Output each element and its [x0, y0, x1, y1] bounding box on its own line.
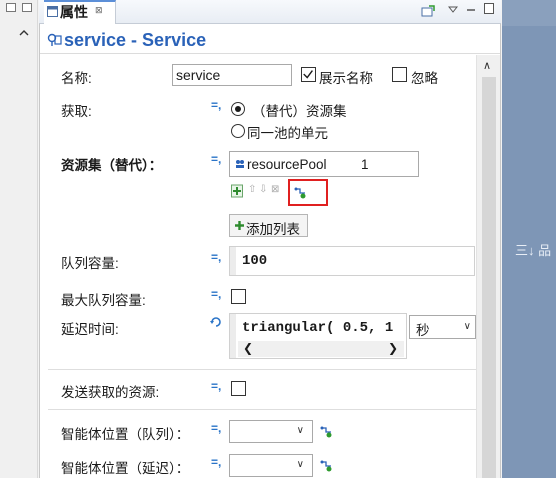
static-value-icon[interactable]: =, [211, 250, 221, 264]
static-value-icon[interactable]: =, [211, 152, 221, 166]
name-value: service [176, 67, 221, 83]
delay-hscroll[interactable]: ❮ ❯ [238, 341, 404, 357]
section-divider [48, 369, 476, 370]
resource-sets-label: 资源集（替代）： [61, 158, 163, 173]
queue-capacity-input[interactable]: 100 [229, 246, 475, 276]
agent-loc-delay-label: 智能体位置（延迟）： [61, 461, 190, 476]
tab-close-icon[interactable]: ⊠ [95, 5, 103, 16]
static-value-icon[interactable]: =, [211, 455, 221, 469]
resource-pool-name[interactable]: resourcePool [247, 157, 327, 172]
show-name-label: 展示名称 [319, 71, 373, 86]
collapse-up-icon[interactable] [19, 28, 29, 38]
agent-loc-delay-select[interactable]: ∨ [229, 454, 313, 477]
add-list-icon [235, 221, 244, 230]
radio-resource-sets[interactable] [231, 102, 245, 116]
delay-label: 延迟时间: [61, 322, 119, 337]
maximize-icon[interactable] [22, 3, 32, 12]
seize-option2-label: 同一池的单元 [247, 126, 328, 141]
ignore-label: 忽略 [411, 71, 438, 86]
move-up-icon[interactable]: ⇧ [248, 184, 256, 195]
agent-loc-queue-label: 智能体位置（队列）： [61, 427, 190, 442]
left-strip [0, 0, 38, 478]
view-menu-icon[interactable] [448, 6, 458, 14]
resource-sets-table[interactable]: resourcePool 1 [229, 151, 419, 177]
queue-capacity-value: 100 [242, 253, 268, 269]
agent-loc-queue-select[interactable]: ∨ [229, 420, 313, 443]
show-name-checkbox[interactable] [301, 67, 316, 82]
new-window-icon[interactable] [421, 5, 435, 17]
resource-pool-count[interactable]: 1 [361, 157, 369, 172]
send-seized-label: 发送获取的资源: [61, 385, 160, 400]
check-icon [303, 70, 313, 79]
name-input[interactable]: service [172, 64, 292, 86]
move-down-icon[interactable]: ⇩ [259, 184, 267, 195]
pick-from-model-icon[interactable] [320, 426, 332, 438]
static-value-icon[interactable]: =, [211, 98, 221, 112]
static-value-icon[interactable]: =, [211, 421, 221, 435]
send-seized-checkbox[interactable] [231, 381, 246, 396]
radio-same-pool[interactable] [231, 124, 245, 138]
dynamic-value-icon[interactable] [210, 316, 224, 328]
queue-capacity-label: 队列容量: [61, 256, 119, 271]
ignore-checkbox[interactable] [392, 67, 407, 82]
properties-icon [47, 6, 58, 17]
static-value-icon[interactable]: =, [211, 379, 221, 393]
pick-from-model-icon[interactable] [320, 460, 332, 472]
seize-label: 获取: [61, 104, 92, 119]
service-block-icon [47, 33, 62, 46]
scroll-right-icon[interactable]: ❯ [388, 341, 398, 355]
delay-value: triangular( 0.5, 1 [242, 320, 394, 336]
section-divider [48, 409, 476, 410]
name-label: 名称: [61, 71, 92, 86]
remove-row-icon[interactable]: ⊠ [271, 184, 279, 195]
max-queue-label: 最大队列容量: [61, 293, 146, 308]
minimize-icon[interactable] [6, 3, 16, 12]
code-gutter [230, 314, 236, 358]
side-icons[interactable]: 三↓ 品 [515, 240, 551, 259]
scrollbar-thumb[interactable] [482, 77, 496, 478]
right-side-top [502, 0, 556, 26]
add-row-icon[interactable] [231, 184, 243, 198]
minimize-view-icon[interactable] [466, 6, 476, 14]
maximize-view-icon[interactable] [484, 3, 494, 14]
pick-from-model-icon[interactable] [294, 187, 306, 199]
scroll-left-icon[interactable]: ❮ [243, 341, 253, 355]
chevron-down-icon: ∨ [296, 459, 304, 470]
add-list-button[interactable]: 添加列表 [229, 214, 308, 237]
chevron-down-icon: ∨ [463, 321, 471, 332]
delay-unit-value: 秒 [416, 323, 430, 338]
static-value-icon[interactable]: =, [211, 287, 221, 301]
add-list-label: 添加列表 [246, 222, 300, 237]
page-title: service - Service [64, 30, 207, 50]
chevron-down-icon: ∨ [296, 425, 304, 436]
seize-option1-label: （替代）资源集 [252, 104, 347, 119]
resource-pool-icon [236, 160, 244, 168]
max-queue-checkbox[interactable] [231, 289, 246, 304]
right-side-area [502, 0, 556, 478]
code-gutter [230, 247, 236, 275]
delay-input[interactable]: triangular( 0.5, 1 ❮ ❯ [229, 313, 407, 359]
scroll-up-icon[interactable]: ∧ [483, 59, 491, 72]
delay-unit-select[interactable]: 秒 ∨ [409, 315, 476, 339]
tab-title: 属性 [60, 4, 88, 20]
vertical-scrollbar[interactable]: ∧ [476, 55, 500, 478]
